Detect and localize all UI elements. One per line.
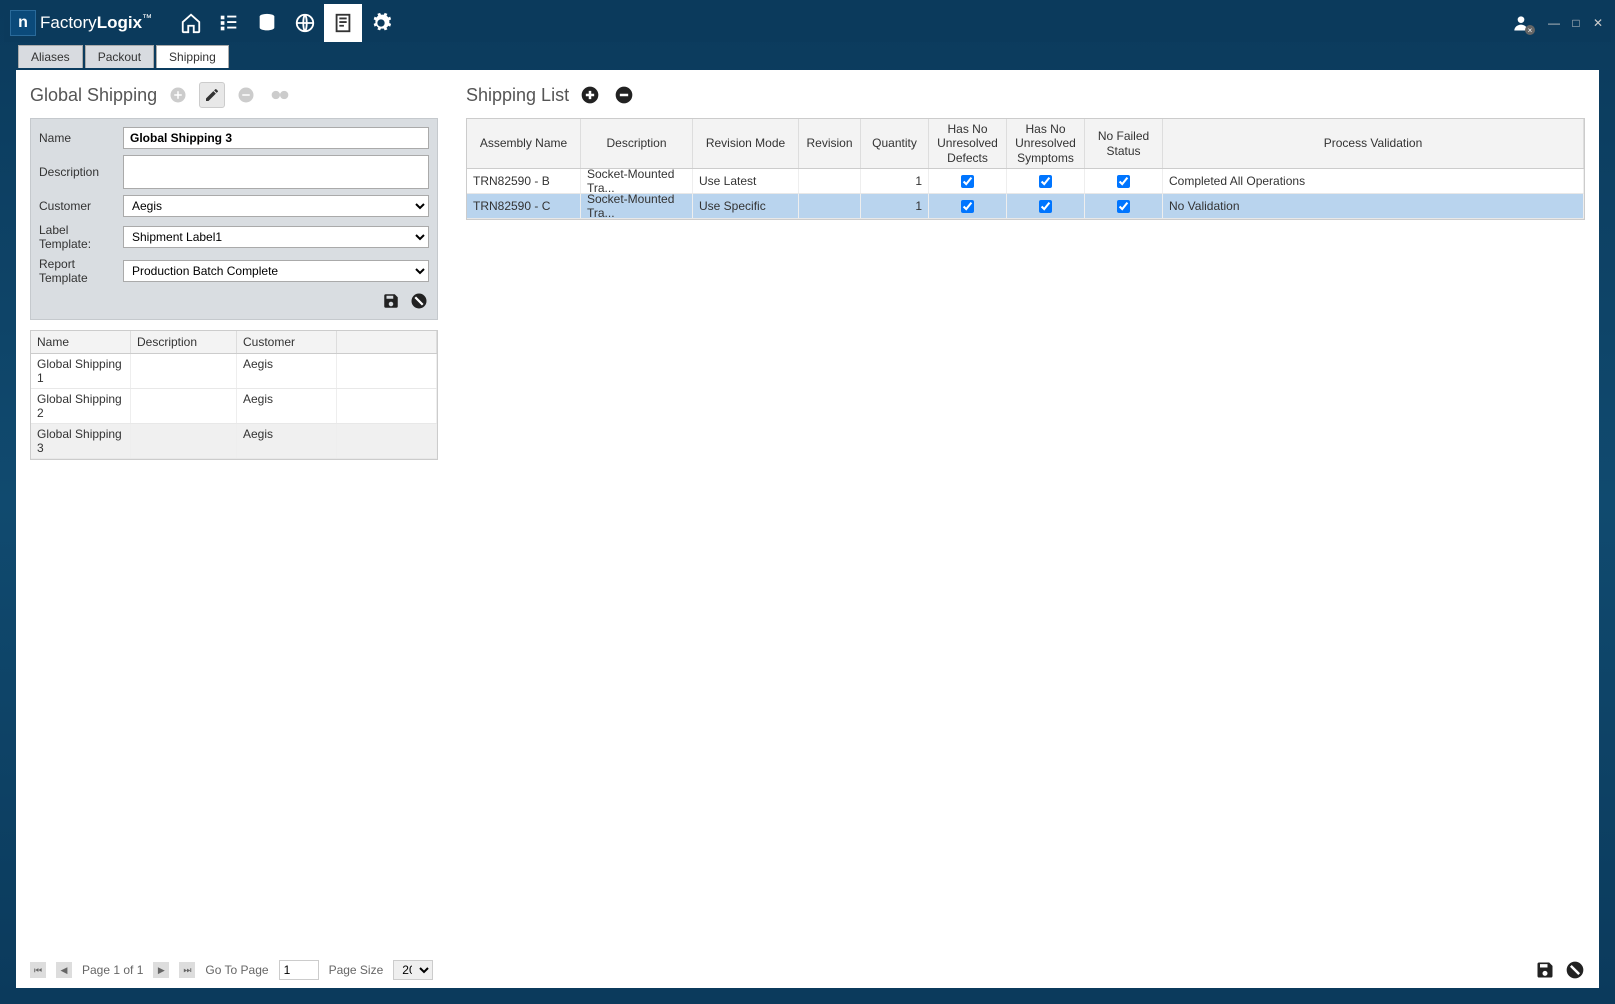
globe-icon[interactable] bbox=[286, 4, 324, 42]
goto-label: Go To Page bbox=[205, 963, 268, 977]
col-description[interactable]: Description bbox=[581, 119, 693, 168]
checkbox[interactable] bbox=[1039, 175, 1052, 188]
description-input[interactable] bbox=[123, 155, 429, 189]
checkbox[interactable] bbox=[961, 175, 974, 188]
goto-input[interactable] bbox=[279, 960, 319, 980]
document-icon[interactable] bbox=[324, 4, 362, 42]
maximize-icon[interactable]: □ bbox=[1569, 16, 1583, 30]
name-label: Name bbox=[39, 131, 123, 145]
form-box: Name Description Customer Aegis Label Te… bbox=[30, 118, 438, 320]
page-indicator: Page 1 of 1 bbox=[82, 963, 143, 977]
col-defects[interactable]: Has No Unresolved Defects bbox=[929, 119, 1007, 168]
gear-icon[interactable] bbox=[362, 4, 400, 42]
list-remove-icon[interactable] bbox=[611, 82, 637, 108]
shipping-grid: Name Description Customer Global Shippin… bbox=[30, 330, 438, 460]
close-icon[interactable]: ✕ bbox=[1591, 16, 1605, 30]
content-area: Global Shipping Name Description Custome… bbox=[16, 70, 1599, 988]
app-name: FactoryLogix™ bbox=[40, 13, 152, 33]
checklist-icon[interactable] bbox=[210, 4, 248, 42]
col-revision-mode[interactable]: Revision Mode bbox=[693, 119, 799, 168]
edit-icon[interactable] bbox=[199, 82, 225, 108]
right-panel-header: Shipping List bbox=[452, 82, 1599, 118]
table-row[interactable]: Global Shipping 3Aegis bbox=[31, 424, 437, 459]
customer-select[interactable]: Aegis bbox=[123, 195, 429, 217]
left-panel-title: Global Shipping bbox=[30, 85, 157, 106]
table-row[interactable]: Global Shipping 1Aegis bbox=[31, 354, 437, 389]
checkbox[interactable] bbox=[1117, 175, 1130, 188]
pager-first-icon[interactable]: ⏮ bbox=[30, 962, 46, 978]
col-quantity[interactable]: Quantity bbox=[861, 119, 929, 168]
remove-icon[interactable] bbox=[233, 82, 259, 108]
cancel-list-icon[interactable] bbox=[1565, 960, 1585, 980]
pager-next-icon[interactable]: ▶ bbox=[153, 962, 169, 978]
cancel-icon[interactable] bbox=[409, 291, 429, 311]
tab-shipping[interactable]: Shipping bbox=[156, 45, 229, 68]
description-label: Description bbox=[39, 165, 123, 179]
right-panel-title: Shipping List bbox=[466, 85, 569, 106]
save-icon[interactable] bbox=[381, 291, 401, 311]
pager-prev-icon[interactable]: ◀ bbox=[56, 962, 72, 978]
save-list-icon[interactable] bbox=[1535, 960, 1555, 980]
checkbox[interactable] bbox=[1117, 200, 1130, 213]
checkbox[interactable] bbox=[961, 200, 974, 213]
bottom-actions bbox=[1535, 960, 1585, 980]
tab-bar: Aliases Packout Shipping bbox=[4, 42, 1611, 68]
table-row[interactable]: Global Shipping 2Aegis bbox=[31, 389, 437, 424]
app-header: n FactoryLogix™ — □ ✕ bbox=[4, 4, 1611, 42]
col-assembly-name[interactable]: Assembly Name bbox=[467, 119, 581, 168]
col-customer[interactable]: Customer bbox=[237, 331, 337, 353]
list-row[interactable]: TRN82590 - CSocket-Mounted Tra...Use Spe… bbox=[467, 194, 1584, 219]
report-template-select[interactable]: Production Batch Complete bbox=[123, 260, 429, 282]
report-template-label: Report Template bbox=[39, 257, 123, 285]
left-panel-header: Global Shipping bbox=[16, 82, 452, 118]
window-controls: — □ ✕ bbox=[1547, 16, 1605, 30]
col-name[interactable]: Name bbox=[31, 331, 131, 353]
add-icon[interactable] bbox=[165, 82, 191, 108]
list-row[interactable]: TRN82590 - BSocket-Mounted Tra...Use Lat… bbox=[467, 169, 1584, 194]
left-panel: Global Shipping Name Description Custome… bbox=[16, 70, 452, 988]
app-logo: n bbox=[10, 10, 36, 36]
tab-aliases[interactable]: Aliases bbox=[18, 45, 83, 68]
col-failed-status[interactable]: No Failed Status bbox=[1085, 119, 1163, 168]
minimize-icon[interactable]: — bbox=[1547, 16, 1561, 30]
col-symptoms[interactable]: Has No Unresolved Symptoms bbox=[1007, 119, 1085, 168]
user-icon[interactable] bbox=[1511, 13, 1531, 33]
name-input[interactable] bbox=[123, 127, 429, 149]
home-icon[interactable] bbox=[172, 4, 210, 42]
col-process-validation[interactable]: Process Validation bbox=[1163, 119, 1584, 168]
checkbox[interactable] bbox=[1039, 200, 1052, 213]
col-revision[interactable]: Revision bbox=[799, 119, 861, 168]
pager: ⏮ ◀ Page 1 of 1 ▶ ⏭ Go To Page Page Size… bbox=[30, 960, 433, 980]
col-description[interactable]: Description bbox=[131, 331, 237, 353]
right-panel: Shipping List Assembly Name Description … bbox=[452, 70, 1599, 988]
pager-last-icon[interactable]: ⏭ bbox=[179, 962, 195, 978]
customer-label: Customer bbox=[39, 199, 123, 213]
label-template-select[interactable]: Shipment Label1 bbox=[123, 226, 429, 248]
database-icon[interactable] bbox=[248, 4, 286, 42]
list-add-icon[interactable] bbox=[577, 82, 603, 108]
col-extra[interactable] bbox=[337, 331, 437, 353]
header-toolbar bbox=[172, 4, 400, 42]
label-template-label: Label Template: bbox=[39, 223, 123, 251]
tab-packout[interactable]: Packout bbox=[85, 45, 154, 68]
link-icon[interactable] bbox=[267, 82, 293, 108]
shipping-list-grid: Assembly Name Description Revision Mode … bbox=[466, 118, 1585, 220]
page-size-select[interactable]: 20 bbox=[393, 960, 433, 980]
page-size-label: Page Size bbox=[329, 963, 384, 977]
